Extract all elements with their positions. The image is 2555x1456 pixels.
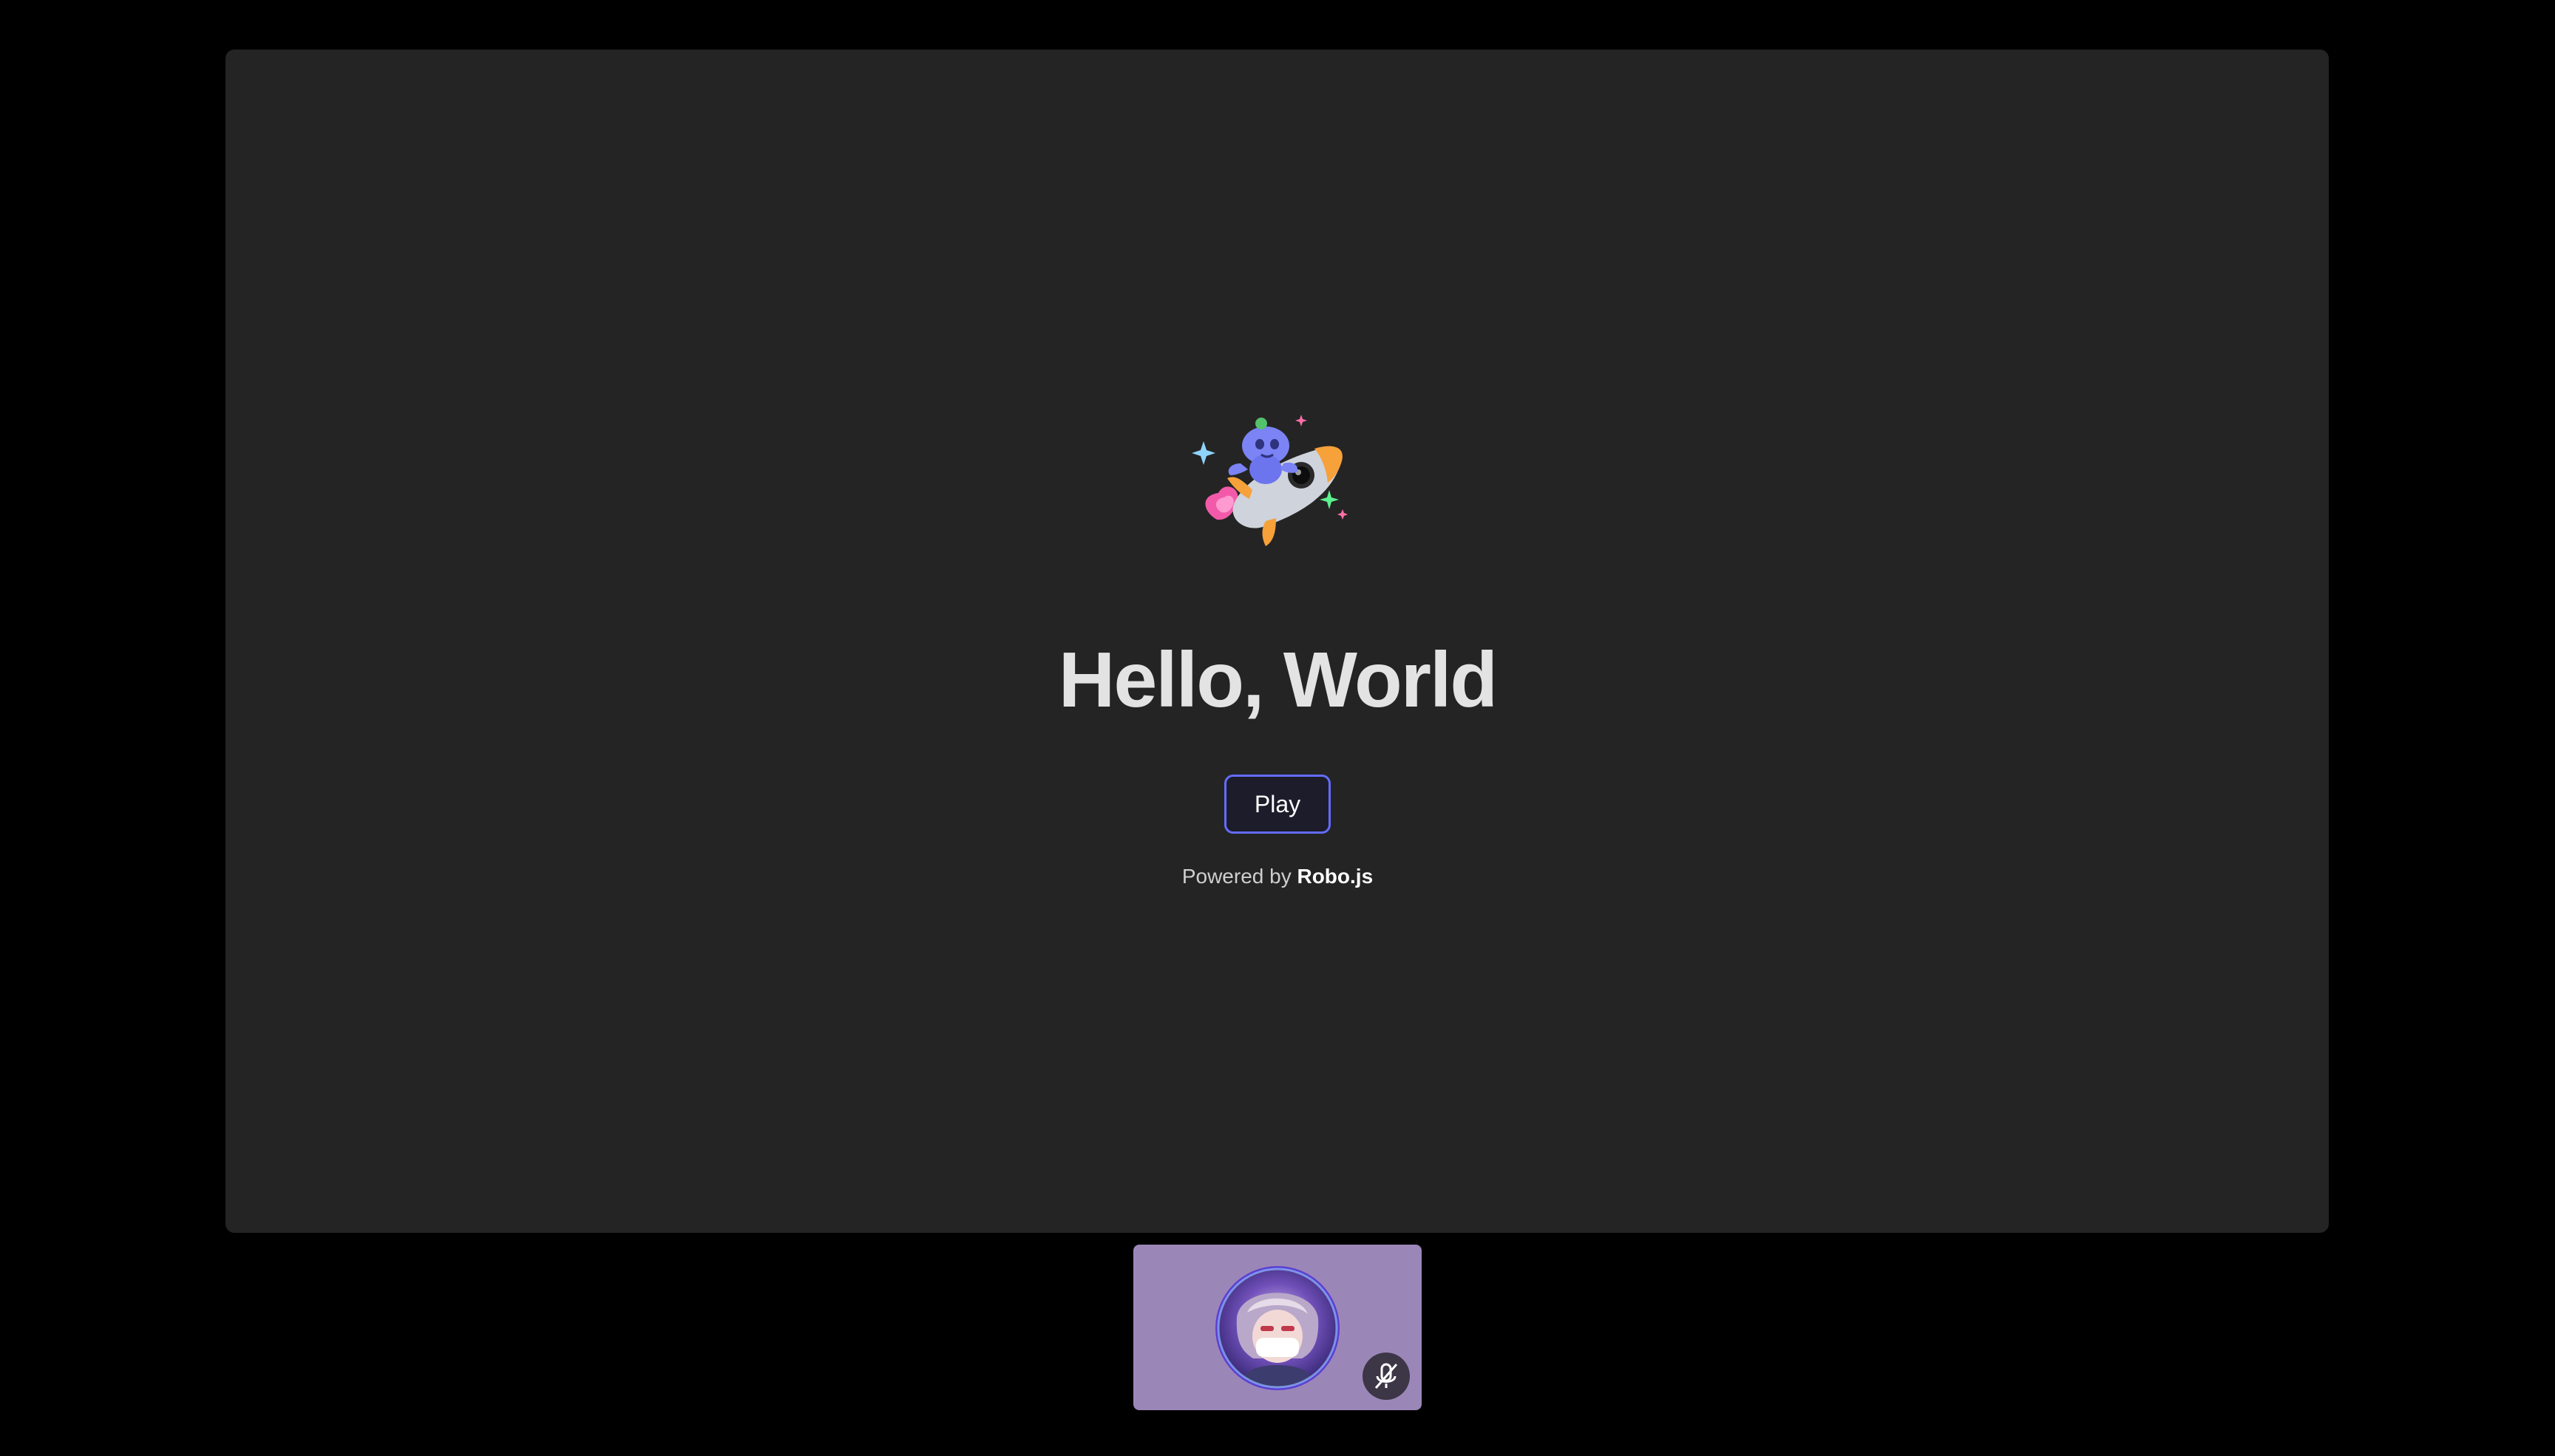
app-window: Hello, World Play Powered by Robo.js <box>0 0 2555 1456</box>
play-button[interactable]: Play <box>1224 775 1331 834</box>
microphone-muted-icon <box>1363 1353 1410 1400</box>
powered-by-credit: Powered by Robo.js <box>0 862 2555 891</box>
rocket-mascot-icon <box>1192 415 1348 546</box>
user-avatar <box>1215 1266 1340 1390</box>
page-title: Hello, World <box>1058 636 1498 724</box>
powered-by-label: Powered by <box>1181 865 1292 888</box>
participant-tile[interactable] <box>1133 1245 1422 1410</box>
powered-by-brand: Robo.js <box>1297 865 1374 888</box>
